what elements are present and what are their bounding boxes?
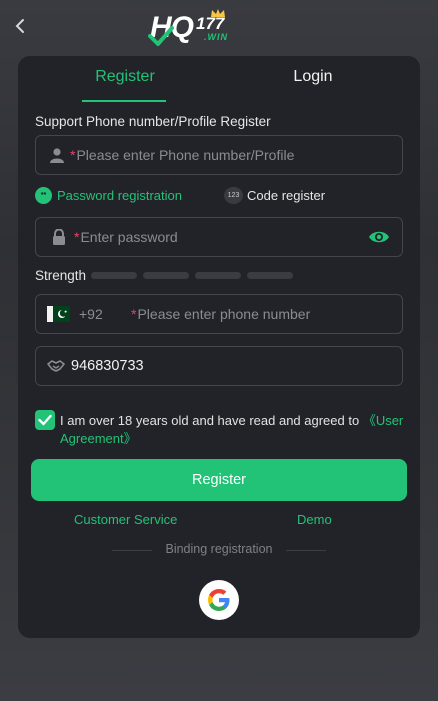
phone-placeholder: Please enter phone number [137, 306, 311, 322]
chevron-left-icon [13, 18, 27, 34]
auth-tabs: Register Login [18, 56, 420, 102]
demo-link[interactable]: Demo [297, 512, 332, 527]
checkmark-icon [38, 414, 52, 426]
agreement-statement: I am over 18 years old and have read and… [60, 413, 363, 428]
agreement-text: I am over 18 years old and have read and… [60, 412, 405, 448]
user-icon [49, 147, 65, 163]
required-mark: * [74, 229, 80, 245]
account-placeholder: Please enter Phone number/Profile [76, 147, 295, 163]
invite-code-input[interactable]: 946830733 [35, 346, 403, 386]
tab-register[interactable]: Register [80, 68, 170, 86]
google-login-button[interactable] [199, 580, 239, 620]
agreement-checkbox[interactable] [35, 410, 55, 430]
google-icon [206, 587, 232, 613]
strength-segment [91, 272, 137, 279]
strength-segment [143, 272, 189, 279]
lock-icon [52, 228, 66, 246]
code-mode-icon: 123 [224, 187, 243, 204]
binding-label: Binding registration [165, 542, 273, 556]
register-mode-switch: ** Password registration 123 Code regist… [35, 187, 405, 207]
agreement-row: I am over 18 years old and have read and… [35, 408, 405, 452]
password-mode-label: Password registration [57, 188, 182, 203]
invite-code-value: 946830733 [71, 358, 144, 374]
logo: HQ 177 .WIN [148, 8, 240, 48]
password-registration-option[interactable]: ** Password registration [35, 187, 182, 204]
required-mark: * [131, 306, 137, 322]
account-input[interactable]: * Please enter Phone number/Profile [35, 135, 403, 175]
binding-divider: Binding registration [18, 542, 420, 558]
strength-segment [195, 272, 241, 279]
password-placeholder: Enter password [80, 229, 178, 245]
section-label: Support Phone number/Profile Register [35, 114, 271, 129]
required-mark: * [70, 147, 76, 163]
phone-input[interactable]: +92 * Please enter phone number [35, 294, 403, 334]
back-button[interactable] [8, 14, 32, 38]
crown-icon [211, 9, 225, 17]
code-register-option[interactable]: 123 Code register [224, 187, 325, 204]
pakistan-flag-icon[interactable] [47, 306, 70, 322]
tab-login[interactable]: Login [268, 68, 358, 86]
password-input[interactable]: * Enter password [35, 217, 403, 257]
divider-line [286, 550, 326, 551]
handshake-icon [47, 359, 65, 373]
eye-icon[interactable] [368, 229, 390, 245]
strength-label: Strength [35, 268, 87, 283]
customer-service-link[interactable]: Customer Service [74, 512, 177, 527]
register-card: Register Login Support Phone number/Prof… [18, 56, 420, 638]
active-tab-indicator [82, 100, 166, 102]
logo-suffix: .WIN [204, 32, 228, 42]
code-mode-label: Code register [247, 188, 326, 203]
password-mode-icon: ** [35, 187, 52, 204]
strength-segment [247, 272, 293, 279]
check-swoosh-icon [148, 26, 174, 46]
strength-meter [91, 272, 293, 279]
register-button[interactable]: Register [31, 459, 407, 501]
country-code[interactable]: +92 [79, 306, 131, 322]
